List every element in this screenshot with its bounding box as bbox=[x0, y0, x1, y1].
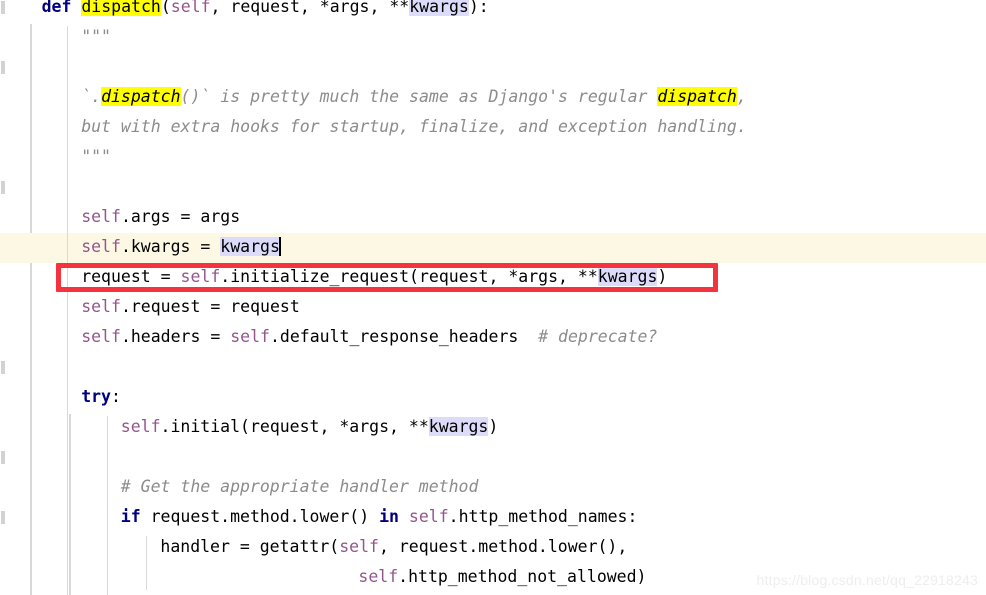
code-token: but with extra hooks for startup, finali… bbox=[81, 117, 747, 136]
code-line[interactable]: # Get the appropriate handler method bbox=[121, 472, 479, 502]
gutter-marker[interactable] bbox=[1, 181, 5, 194]
indent-guide bbox=[146, 536, 148, 590]
code-token: self bbox=[339, 537, 379, 556]
code-token: def bbox=[41, 0, 82, 16]
code-line[interactable]: self.args = args bbox=[81, 202, 240, 232]
code-token: ) bbox=[488, 417, 499, 436]
code-token: if bbox=[120, 507, 151, 526]
code-token: self bbox=[81, 237, 121, 256]
code-token: , request, *args, ** bbox=[210, 0, 410, 16]
code-line[interactable]: """ bbox=[81, 142, 111, 172]
code-line[interactable]: self.http_method_not_allowed) bbox=[358, 562, 646, 592]
code-token: `. bbox=[81, 87, 102, 106]
code-token: handler = getattr( bbox=[160, 537, 340, 556]
code-token: ): bbox=[468, 0, 489, 16]
indent-guide bbox=[106, 416, 108, 595]
code-token: # Get the appropriate handler method bbox=[120, 477, 479, 496]
code-token: request.method.lower() bbox=[150, 507, 380, 526]
code-token: self bbox=[81, 327, 121, 346]
code-editor[interactable]: def dispatch(self, request, *args, **kwa… bbox=[0, 0, 986, 595]
code-line[interactable]: handler = getattr(self, request.method.l… bbox=[160, 532, 627, 562]
code-token: .http_method_not_allowed) bbox=[398, 567, 647, 586]
code-token: self bbox=[120, 417, 161, 436]
code-line[interactable]: but with extra hooks for startup, finali… bbox=[81, 112, 747, 142]
code-token: ( bbox=[160, 0, 171, 16]
code-token: self bbox=[81, 297, 121, 316]
gutter-marker[interactable] bbox=[1, 1, 5, 14]
text-caret bbox=[278, 237, 281, 256]
indent-guide bbox=[67, 26, 69, 595]
code-token: .headers = bbox=[120, 327, 231, 346]
code-token: # deprecate? bbox=[538, 327, 658, 346]
code-token: , bbox=[736, 87, 747, 106]
code-token: .kwargs = bbox=[120, 237, 221, 256]
code-line[interactable]: if request.method.lower() in self.http_m… bbox=[121, 502, 638, 532]
code-token: : bbox=[111, 387, 121, 406]
identifier-highlight-token: kwargs bbox=[428, 417, 489, 436]
code-token: .http_method_names: bbox=[448, 507, 638, 526]
code-line[interactable]: self.request = request bbox=[81, 292, 300, 322]
code-token: """ bbox=[81, 147, 111, 166]
code-line[interactable]: self.initial(request, *args, **kwargs) bbox=[120, 412, 499, 442]
code-token: .default_response_headers bbox=[269, 327, 539, 346]
code-token: , request.method.lower(), bbox=[378, 537, 628, 556]
code-token: self bbox=[358, 567, 399, 586]
gutter-marker[interactable] bbox=[1, 361, 5, 374]
code-line[interactable]: """ bbox=[81, 22, 111, 52]
watermark: https://blog.csdn.net/qq_22918243 bbox=[756, 572, 978, 588]
code-line[interactable]: `.dispatch()` is pretty much the same as… bbox=[81, 82, 747, 112]
code-line[interactable]: self.kwargs = kwargs bbox=[81, 232, 281, 262]
code-token: .request = request bbox=[120, 297, 300, 316]
search-highlight-token: dispatch bbox=[657, 87, 737, 106]
annotation-red-box bbox=[56, 263, 718, 292]
code-token: ()` is pretty much the same as Django's … bbox=[180, 87, 658, 106]
code-token: in bbox=[379, 507, 409, 526]
fold-rail[interactable] bbox=[29, 24, 32, 595]
code-token: .args = args bbox=[120, 207, 241, 226]
code-token: self bbox=[408, 507, 449, 526]
code-token: self bbox=[170, 0, 211, 16]
identifier-highlight-token: kwargs bbox=[409, 0, 469, 16]
fold-rail[interactable] bbox=[69, 414, 72, 595]
gutter-marker[interactable] bbox=[1, 451, 5, 464]
code-line[interactable]: try: bbox=[81, 382, 121, 412]
search-highlight-token: dispatch bbox=[81, 0, 161, 16]
code-line[interactable]: def dispatch(self, request, *args, **kwa… bbox=[42, 0, 489, 22]
code-token: """ bbox=[81, 27, 111, 46]
editor-gutter[interactable] bbox=[0, 0, 6, 595]
code-token: self bbox=[81, 207, 121, 226]
code-token: self bbox=[230, 327, 270, 346]
code-line[interactable]: self.headers = self.default_response_hea… bbox=[81, 322, 657, 352]
identifier-highlight-token: kwargs bbox=[220, 237, 280, 256]
code-token: .initial(request, *args, ** bbox=[160, 417, 429, 436]
search-highlight-token: dispatch bbox=[101, 87, 181, 106]
gutter-marker[interactable] bbox=[1, 61, 5, 74]
gutter-marker[interactable] bbox=[1, 511, 5, 524]
code-token: try bbox=[81, 387, 111, 406]
